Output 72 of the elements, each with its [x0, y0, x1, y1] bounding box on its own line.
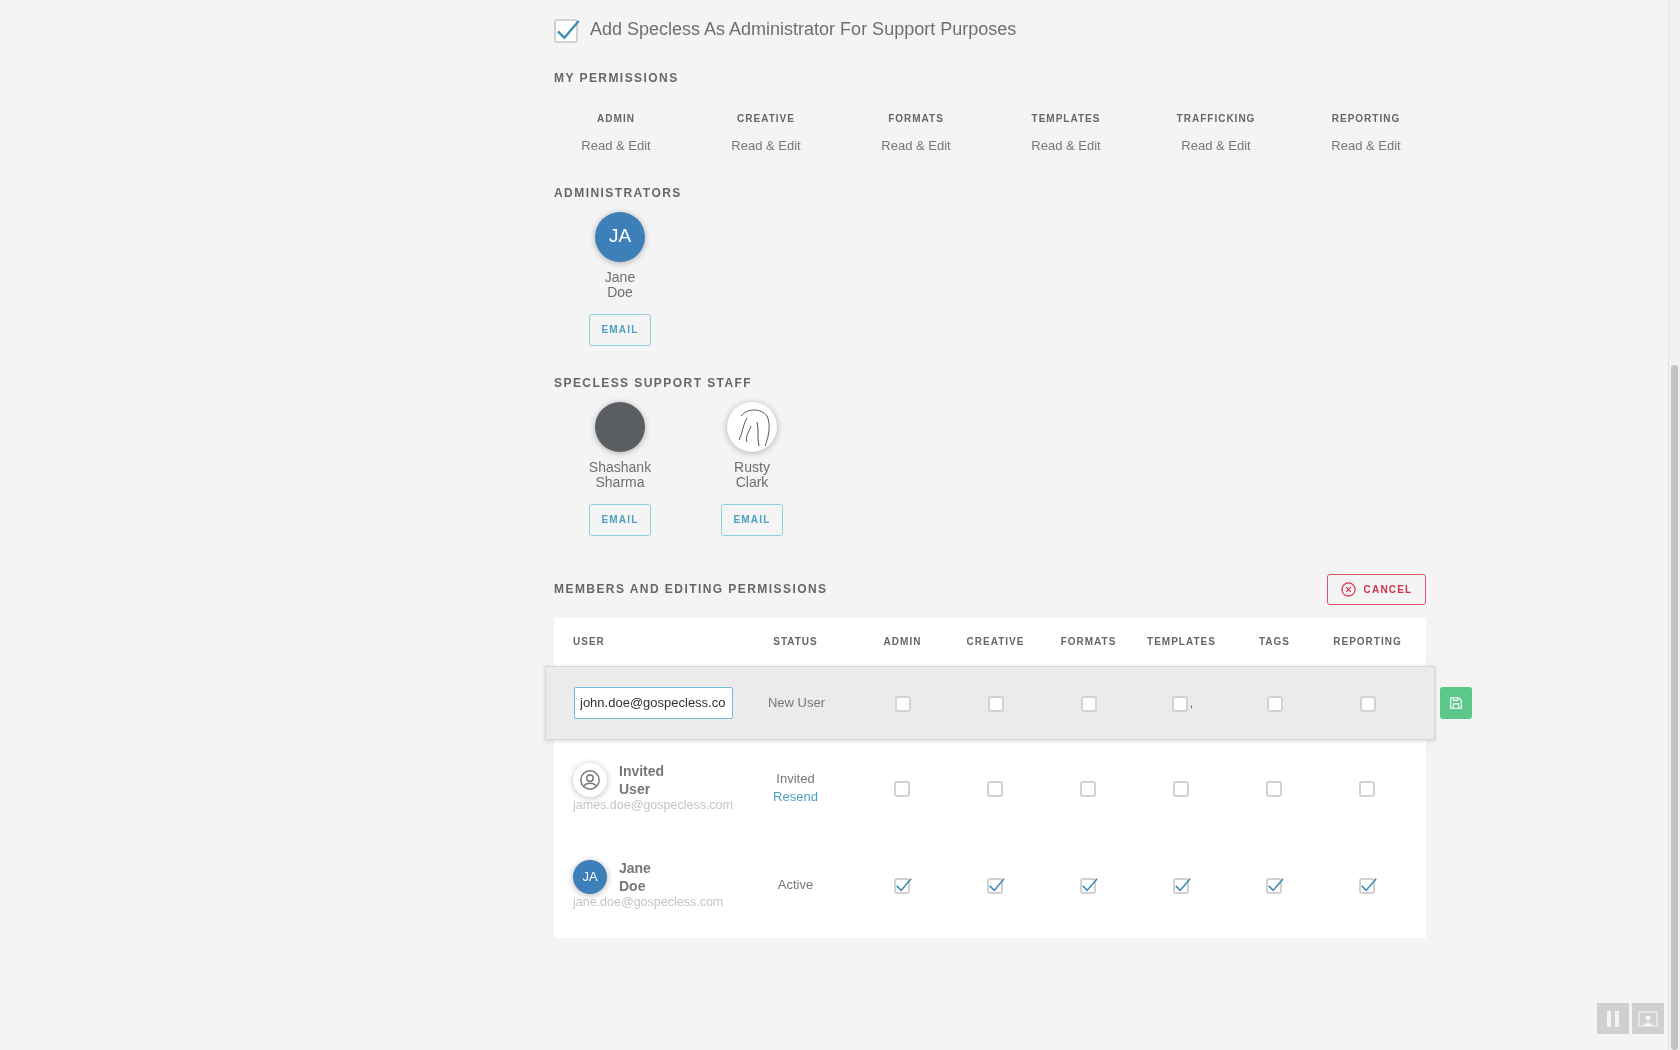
checkbox[interactable]	[1172, 779, 1191, 797]
save-icon	[1449, 695, 1463, 710]
section-heading: ADMINISTRATORS	[554, 184, 683, 202]
permission-area: FORMATS	[888, 111, 944, 126]
checkbox[interactable]	[893, 779, 912, 797]
column-header: FORMATS	[1059, 635, 1118, 649]
photo-placeholder	[595, 401, 645, 452]
column-header: TAGS	[1257, 635, 1291, 649]
member-name: Invited User	[619, 761, 665, 798]
permission-level: Read & Edit	[881, 137, 951, 155]
member-name: Jane Doe	[619, 858, 651, 895]
checkbox[interactable]	[1358, 876, 1377, 894]
email-button[interactable]: EMAIL	[721, 503, 783, 536]
checkbox[interactable]	[1265, 876, 1284, 894]
save-button[interactable]	[1440, 686, 1472, 719]
checkbox[interactable]	[1080, 693, 1099, 712]
status-text: Invited	[776, 770, 815, 788]
permission-level: Read & Edit	[1031, 137, 1101, 155]
user-icon	[573, 762, 607, 797]
member-email: james.doe@gospecless.com	[573, 796, 734, 814]
column-header: TEMPLATES	[1146, 635, 1217, 649]
checkbox[interactable]	[1266, 693, 1285, 712]
checkbox[interactable]	[894, 693, 913, 712]
column-header: REPORTING	[1332, 635, 1403, 649]
close-icon	[1340, 581, 1356, 597]
pause-icon	[1606, 1010, 1620, 1027]
checkbox[interactable]	[1171, 693, 1190, 712]
status-text: New User	[766, 693, 827, 712]
resend-link[interactable]: Resend	[773, 788, 818, 806]
section-heading: SPECLESS SUPPORT STAFF	[554, 374, 754, 392]
checkbox[interactable]	[987, 693, 1006, 712]
permission-area: ADMIN	[597, 111, 635, 126]
picture-button[interactable]	[1632, 1003, 1664, 1034]
column-header: CREATIVE	[965, 635, 1026, 649]
permission-area: REPORTING	[1331, 111, 1401, 126]
checkbox[interactable]	[986, 779, 1005, 797]
person-name: Jane Doe	[604, 269, 636, 300]
avatar-initials: JA	[573, 859, 607, 894]
permission-level: Read & Edit	[581, 137, 651, 155]
checkbox[interactable]	[1079, 779, 1098, 797]
status-text: Active	[777, 876, 814, 894]
stray-mark: ,	[1189, 694, 1194, 712]
section-heading: MY PERMISSIONS	[554, 70, 680, 87]
email-button[interactable]: EMAIL	[589, 313, 651, 346]
column-header: STATUS	[772, 635, 819, 649]
checkbox[interactable]	[893, 876, 912, 894]
checkbox-label: Add Specless As Administrator For Support Purposes	[590, 18, 1017, 41]
checkbox[interactable]	[1079, 876, 1098, 894]
permission-level: Read & Edit	[1331, 137, 1401, 155]
checkbox[interactable]	[1358, 779, 1377, 797]
avatar-initials: JA	[595, 211, 645, 262]
member-email: jane.doe@gospecless.com	[573, 893, 725, 911]
checkbox[interactable]	[986, 876, 1005, 894]
email-input[interactable]: john.doe@gospecless.co	[574, 686, 733, 719]
permission-area: TRAFFICKING	[1176, 111, 1256, 126]
email-button[interactable]: EMAIL	[589, 503, 651, 536]
cancel-button[interactable]: CANCEL	[1327, 573, 1426, 605]
permission-level: Read & Edit	[731, 137, 801, 155]
person-name: Rusty Clark	[734, 459, 770, 490]
person-name: Shashank Sharma	[588, 459, 652, 490]
checkbox[interactable]	[554, 16, 580, 43]
column-header: USER	[573, 635, 606, 649]
person-picture-icon	[1638, 1010, 1658, 1027]
pause-button[interactable]	[1597, 1003, 1629, 1034]
column-header: ADMIN	[882, 635, 923, 649]
checkbox[interactable]	[1172, 876, 1191, 894]
permission-level: Read & Edit	[1181, 137, 1251, 155]
section-heading: MEMBERS AND EDITING PERMISSIONS	[554, 581, 828, 598]
checkbox[interactable]	[1265, 779, 1284, 797]
permission-area: CREATIVE	[737, 111, 795, 126]
checkbox[interactable]	[1359, 693, 1378, 712]
permission-area: TEMPLATES	[1031, 111, 1101, 126]
